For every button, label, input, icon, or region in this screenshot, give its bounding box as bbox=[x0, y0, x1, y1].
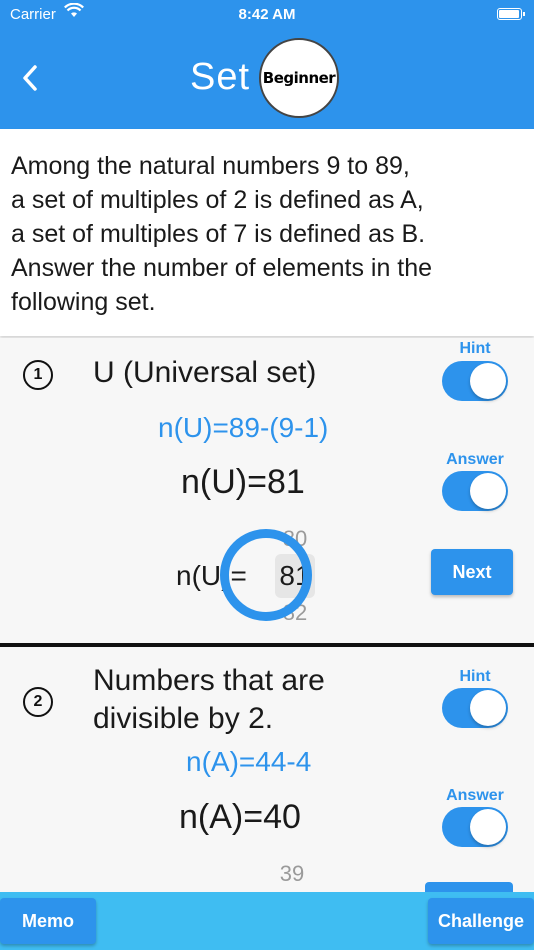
answer-toggle-label: Answer bbox=[446, 787, 504, 804]
question-number: 1 bbox=[23, 360, 53, 390]
hint-toggle-label: Hint bbox=[459, 340, 491, 357]
problem-line: following set. bbox=[11, 288, 156, 316]
question-label-line: Numbers that are bbox=[93, 664, 325, 697]
answer-toggle-label: Answer bbox=[446, 451, 504, 468]
question-2-section: 2 Numbers that are divisible by 2. Hint … bbox=[0, 647, 534, 893]
problem-line: a set of multiples of 7 is defined as B. bbox=[11, 220, 426, 248]
question-label: Numbers that are divisible by 2. bbox=[93, 662, 325, 738]
question-number: 2 bbox=[23, 687, 53, 717]
chevron-left-icon bbox=[23, 65, 37, 91]
page-title: Set bbox=[190, 56, 251, 98]
answer-toggle[interactable] bbox=[442, 807, 508, 847]
problem-line: Among the natural numbers 9 to 89, bbox=[11, 152, 410, 180]
problem-line: a set of multiples of 2 is defined as A, bbox=[11, 186, 424, 214]
back-button[interactable] bbox=[14, 58, 46, 98]
question-label-line: divisible by 2. bbox=[93, 702, 274, 735]
bottom-bar: Memo Challenge bbox=[0, 892, 534, 950]
status-time: 8:42 AM bbox=[238, 6, 296, 23]
answer-text: n(U)=81 bbox=[181, 463, 305, 501]
next-button[interactable]: Next bbox=[431, 549, 513, 595]
answer-text: n(A)=40 bbox=[179, 798, 301, 836]
problem-line: Answer the number of elements in the bbox=[11, 254, 433, 282]
number-picker[interactable]: 39 bbox=[272, 859, 312, 889]
hint-toggle-label: Hint bbox=[459, 668, 491, 685]
level-badge: Beginner bbox=[259, 38, 339, 118]
status-bar: Carrier 8:42 AM bbox=[0, 0, 534, 30]
hint-toggle[interactable] bbox=[442, 688, 508, 728]
battery-icon bbox=[497, 8, 525, 20]
hint-toggle[interactable] bbox=[442, 361, 508, 401]
challenge-button[interactable]: Challenge bbox=[428, 898, 534, 944]
hint-text: n(U)=89-(9-1) bbox=[158, 412, 329, 443]
tap-indicator-ring bbox=[220, 529, 312, 621]
memo-button[interactable]: Memo bbox=[0, 898, 96, 944]
problem-statement: Among the natural numbers 9 to 89, a set… bbox=[0, 129, 534, 336]
app-header: Carrier 8:42 AM Set Beginner bbox=[0, 0, 534, 129]
hint-text: n(A)=44-4 bbox=[186, 746, 312, 777]
answer-toggle[interactable] bbox=[442, 471, 508, 511]
question-label: U (Universal set) bbox=[93, 356, 317, 389]
question-1-section: 1 U (Universal set) Hint n(U)=89-(9-1) A… bbox=[0, 338, 534, 644]
picker-option-above[interactable]: 39 bbox=[272, 859, 312, 889]
